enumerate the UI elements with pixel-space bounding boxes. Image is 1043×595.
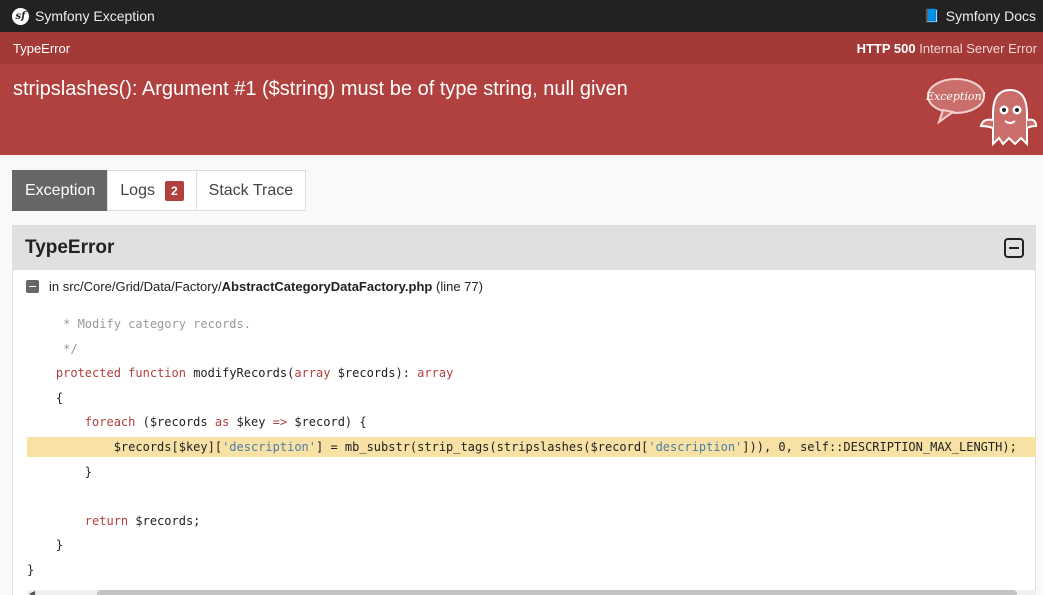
file-name: AbstractCategoryDataFactory.php [221, 279, 433, 294]
code-line: protected function modifyRecords(array $… [55, 366, 454, 381]
logs-count-badge: 2 [164, 180, 184, 201]
status-code: HTTP 500 [856, 40, 916, 56]
tab-logs[interactable]: Logs 2 [107, 170, 197, 211]
book-icon: 📘 [923, 8, 940, 23]
symfony-logo-icon: sf [12, 7, 29, 25]
file-directory: in src/Core/Grid/Data/Factory/ [49, 279, 222, 294]
code-line: foreach ($records as $key => $record) { [84, 415, 367, 430]
code-line: } [27, 464, 93, 479]
code-line: * Modify category records. [27, 317, 251, 331]
tab-exception[interactable]: Exception [12, 170, 109, 211]
code-line: */ [27, 341, 78, 356]
code-line: } [27, 562, 35, 577]
horizontal-scrollbar[interactable]: ◀ [27, 590, 1036, 595]
tab-stack-trace-label: Stack Trace [208, 181, 294, 199]
collapse-trace-button[interactable] [1004, 238, 1024, 258]
collapse-code-icon[interactable] [26, 280, 39, 293]
scroll-left-arrow-icon[interactable]: ◀ [29, 590, 35, 595]
app-title: Symfony Exception [35, 8, 155, 24]
code-line-highlighted: $records[$key]['description'] = mb_subst… [27, 436, 1036, 457]
app-title-group: sf Symfony Exception [12, 7, 155, 25]
code-excerpt: * Modify category records. */ protected … [27, 312, 1036, 583]
http-status: HTTP 500 Internal Server Error [857, 41, 1037, 56]
tab-exception-label: Exception [25, 181, 96, 199]
scrollbar-thumb[interactable] [97, 590, 1017, 595]
file-path: in src/Core/Grid/Data/Factory/AbstractCa… [49, 279, 483, 294]
status-text: Internal Server Error [919, 40, 1037, 56]
ghost-illustration: Exception! [925, 78, 1038, 147]
line-info: (line 77) [435, 279, 483, 294]
code-line: return $records; [84, 513, 201, 528]
tab-logs-label: Logs [120, 181, 155, 199]
docs-link[interactable]: 📘 Symfony Docs [924, 8, 1036, 24]
trace-file-line: in src/Core/Grid/Data/Factory/AbstractCa… [13, 270, 1035, 303]
code-line: { [27, 390, 64, 405]
trace-panel: TypeError in src/Core/Grid/Data/Factory/… [12, 225, 1036, 595]
exception-message: stripslashes(): Argument #1 ($string) mu… [13, 78, 628, 100]
exception-class: TypeError [13, 40, 71, 56]
tab-stack-trace[interactable]: Stack Trace [195, 170, 307, 211]
top-bar: sf Symfony Exception 📘 Symfony Docs [0, 0, 1043, 32]
exception-meta: TypeError HTTP 500 Internal Server Error [0, 32, 1043, 64]
docs-link-label[interactable]: Symfony Docs [946, 8, 1036, 24]
code-line: } [27, 538, 64, 553]
trace-title: TypeError [25, 237, 115, 258]
tab-bar: Exception Logs 2 Stack Trace [12, 170, 307, 211]
exception-header: TypeError HTTP 500 Internal Server Error… [0, 32, 1043, 155]
illustration-text: Exception! [925, 90, 986, 103]
trace-panel-header: TypeError [13, 226, 1035, 270]
